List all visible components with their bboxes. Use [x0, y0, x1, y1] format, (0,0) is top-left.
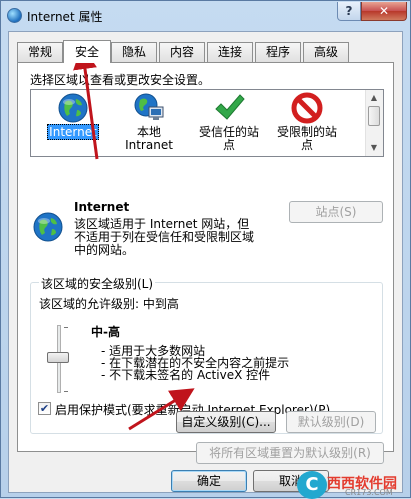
help-button[interactable]: ? [337, 2, 361, 21]
sites-button[interactable]: 站点(S) [289, 201, 383, 223]
tab-security[interactable]: 安全 [63, 40, 111, 63]
default-level-button[interactable]: 默认级别(D) [286, 411, 376, 433]
intranet-icon [134, 93, 164, 120]
zone-list: Internet 本地 Intranet 受信任的站 点 受限制的站 点 ▲ ▼ [30, 89, 384, 157]
security-level-slider-thumb[interactable] [47, 352, 69, 363]
restricted-icon [291, 92, 323, 124]
selected-zone-name: Internet [74, 200, 130, 214]
slider-tick [64, 327, 68, 328]
globe-icon [58, 93, 88, 123]
protected-mode-checkbox[interactable]: ✔ [38, 402, 51, 415]
tab-connections[interactable]: 连接 [207, 42, 253, 62]
scroll-down-arrow-icon[interactable]: ▼ [366, 140, 382, 156]
tab-content[interactable]: 内容 [159, 42, 205, 62]
close-button[interactable]: ✕ [361, 2, 407, 21]
internet-properties-window: Internet 属性 ? ✕ 常规 安全 隐私 内容 连接 程序 高级 选择区… [0, 0, 411, 499]
tab-general[interactable]: 常规 [17, 42, 63, 62]
watermark-sub: CR173.COM [345, 488, 393, 497]
reset-all-zones-button[interactable]: 将所有区域重置为默认级别(R) [196, 442, 384, 464]
selected-zone-globe-icon [33, 212, 63, 242]
ie-globe-icon [7, 8, 22, 23]
allowed-levels-label: 该区域的允许级别: 中到高 [39, 297, 179, 311]
security-level-name: 中-高 [91, 325, 120, 339]
watermark-logo-icon: C [297, 471, 327, 499]
zone-description: 该区域适用于 Internet 网站，但 不适用于列在受信任和受限制区域 中的网… [74, 217, 255, 257]
tab-programs[interactable]: 程序 [255, 42, 301, 62]
zone-intranet-label: 本地 Intranet [125, 125, 173, 152]
scroll-up-arrow-icon[interactable]: ▲ [366, 90, 382, 106]
zone-prompt: 选择区域以查看或更改安全设置。 [30, 73, 211, 87]
watermark: C 西西软件园 CR173.COM [297, 471, 411, 499]
zone-internet-label: Internet [47, 124, 99, 140]
zone-list-scrollbar[interactable]: ▲ ▼ [365, 90, 383, 156]
custom-level-button[interactable]: 自定义级别(C)... [176, 411, 276, 433]
level-bullet-3: - 不下载未签名的 ActiveX 控件 [101, 368, 271, 382]
slider-tick [64, 391, 68, 392]
checkmark-icon [215, 94, 245, 120]
security-level-group-title: 该区域的安全级别(L) [39, 275, 156, 292]
tab-strip: 常规 安全 隐私 内容 连接 程序 高级 [17, 40, 395, 63]
window-title: Internet 属性 [27, 10, 103, 24]
title-bar[interactable]: Internet 属性 ? ✕ [1, 1, 410, 31]
tab-privacy[interactable]: 隐私 [111, 42, 157, 62]
zone-restricted-label: 受限制的站 点 [276, 125, 337, 152]
dialog-client-area: 常规 安全 隐私 内容 连接 程序 高级 选择区域以查看或更改安全设置。 Int… [8, 31, 403, 493]
tab-advanced[interactable]: 高级 [303, 42, 349, 62]
scroll-thumb[interactable] [368, 106, 380, 126]
ok-button[interactable]: 确定 [171, 470, 247, 492]
zone-trusted-label: 受信任的站 点 [198, 125, 259, 152]
security-tab-panel: 选择区域以查看或更改安全设置。 Internet 本地 Intranet 受信任… [17, 62, 394, 464]
